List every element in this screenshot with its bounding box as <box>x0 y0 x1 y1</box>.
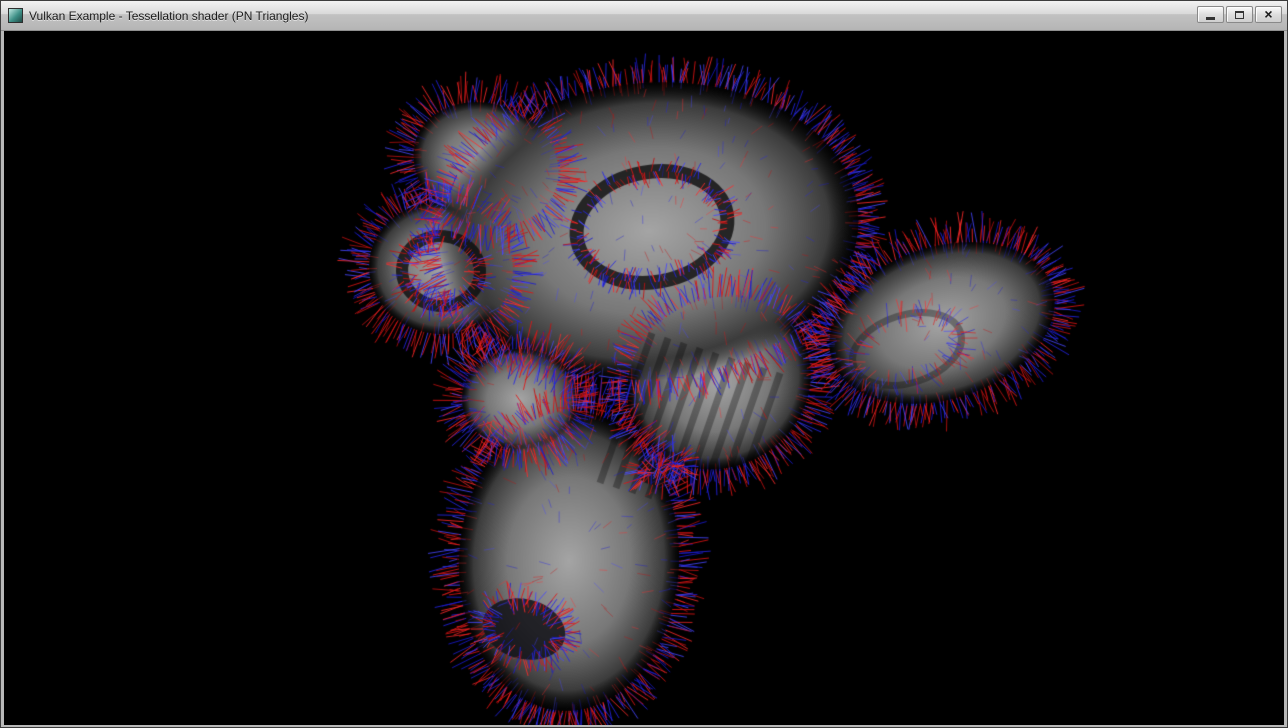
window-controls: × <box>1197 6 1282 23</box>
app-window: Vulkan Example - Tessellation shader (PN… <box>0 0 1288 728</box>
close-button[interactable]: × <box>1255 6 1282 23</box>
window-title: Vulkan Example - Tessellation shader (PN… <box>29 9 308 23</box>
viewport-canvas[interactable] <box>4 31 1284 725</box>
render-client-area <box>4 31 1284 724</box>
close-icon: × <box>1264 7 1272 21</box>
app-icon[interactable] <box>8 8 23 23</box>
maximize-icon <box>1235 11 1244 19</box>
minimize-icon <box>1206 17 1215 20</box>
title-bar[interactable]: Vulkan Example - Tessellation shader (PN… <box>1 1 1287 31</box>
maximize-button[interactable] <box>1226 6 1253 23</box>
minimize-button[interactable] <box>1197 6 1224 23</box>
